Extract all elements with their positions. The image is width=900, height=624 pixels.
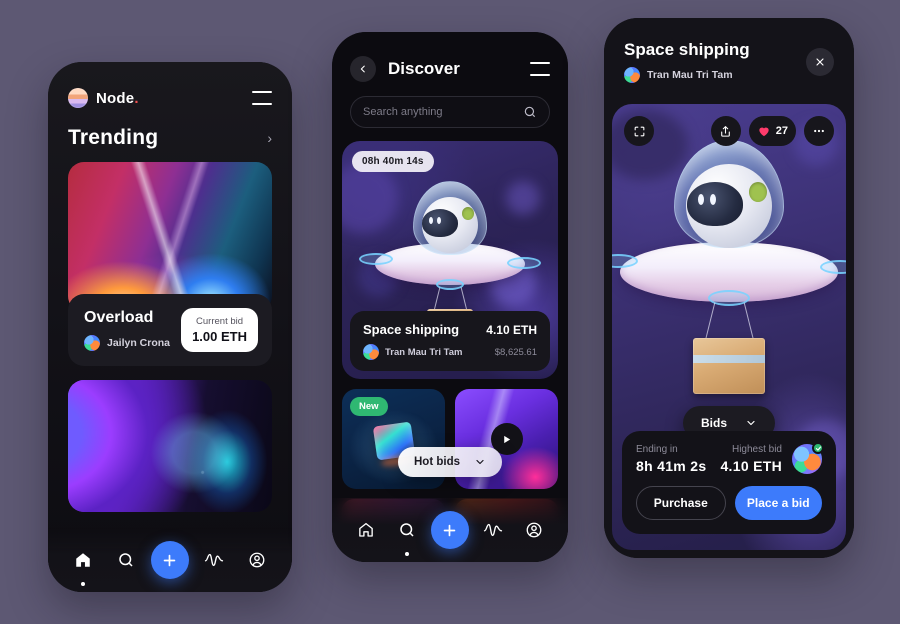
phone1-topbar: Node. [48, 62, 292, 108]
more-icon[interactable] [804, 116, 834, 146]
ending-in-block: Ending in 8h 41m 2s [636, 444, 706, 474]
heart-icon [759, 127, 769, 137]
hot-bids-filter[interactable]: Hot bids [398, 447, 502, 477]
detail-header: Space shipping Tran Mau Tri Tam [604, 18, 854, 83]
highest-bid-value: 4.10 ETH [720, 458, 782, 474]
card-title: Overload [84, 309, 154, 326]
nav-active-dot [405, 552, 410, 556]
brand-name: Node. [96, 90, 139, 107]
highest-bid-block: Highest bid 4.10 ETH [720, 442, 824, 474]
like-count: 27 [775, 125, 788, 137]
check-icon [812, 442, 824, 454]
phone-3-detail: Space shipping Tran Mau Tri Tam 27 Bids … [604, 18, 854, 558]
featured-price: 4.10 ETH [486, 322, 537, 337]
page-title: Discover [388, 59, 460, 78]
featured-card-row-2: Tran Mau Tri Tam $8,625.61 [363, 344, 537, 360]
status-badge: New [350, 397, 388, 416]
bids-label: Bids [700, 416, 728, 430]
phone-2-discover: Discover 08h 40m 14s [332, 32, 568, 562]
search-icon[interactable] [523, 105, 537, 119]
trending-card-image-overload[interactable] [68, 162, 272, 312]
avatar [363, 344, 379, 360]
bid-panel: Ending in 8h 41m 2s Highest bid 4.10 ETH [622, 431, 836, 534]
screenshot-stage: Node. Trending › Overload Jailyn Crona C… [0, 0, 900, 624]
discover-header-left: Discover [350, 56, 460, 82]
featured-title: Space shipping [363, 322, 460, 337]
trending-card-info[interactable]: Overload Jailyn Crona Current bid 1.00 E… [68, 294, 272, 366]
featured-usd-price: $8,625.61 [494, 346, 537, 358]
detail-author-name: Tran Mau Tri Tam [647, 69, 733, 81]
nav-home[interactable] [349, 513, 383, 547]
phone-1-trending: Node. Trending › Overload Jailyn Crona C… [48, 62, 292, 592]
featured-author: Tran Mau Tri Tam [363, 344, 462, 360]
ufo-illustration [612, 138, 846, 394]
card-author: Jailyn Crona [84, 335, 170, 351]
discover-tile-grid: New Hot bids [342, 389, 558, 489]
featured-author-name: Tran Mau Tri Tam [385, 346, 463, 358]
trending-section-header: Trending › [48, 108, 292, 162]
brand-logo[interactable]: Node. [68, 88, 139, 108]
hamburger-icon[interactable] [530, 62, 550, 76]
detail-header-text: Space shipping Tran Mau Tri Tam [624, 40, 750, 83]
avatar [624, 67, 640, 83]
ending-in-value: 8h 41m 2s [636, 458, 707, 474]
page-title: Trending [68, 126, 159, 149]
chevron-down-icon[interactable] [474, 456, 486, 468]
featured-nft-card[interactable]: 08h 40m 14s Space shipping 4.10 ETH Tran… [342, 141, 558, 379]
bid-panel-stats: Ending in 8h 41m 2s Highest bid 4.10 ETH [636, 442, 824, 474]
search-input[interactable] [363, 106, 517, 118]
nav-search[interactable] [109, 543, 143, 577]
back-button[interactable] [350, 56, 376, 82]
fullscreen-icon[interactable] [624, 116, 654, 146]
highest-bid-text: Highest bid 4.10 ETH [720, 444, 782, 474]
nav-profile[interactable] [517, 513, 551, 547]
brand-name-text: Node [96, 89, 135, 107]
current-bid-value: 1.00 ETH [192, 329, 247, 344]
chevron-down-icon[interactable] [745, 417, 757, 429]
avatar[interactable] [792, 442, 824, 474]
card-meta: Overload Jailyn Crona [84, 309, 170, 351]
featured-card-row-1: Space shipping 4.10 ETH [363, 322, 537, 337]
phone1-bottom-nav [48, 528, 292, 592]
bid-panel-actions: Purchase Place a bid [636, 486, 822, 520]
featured-card-info[interactable]: Space shipping 4.10 ETH Tran Mau Tri Tam… [350, 311, 550, 371]
nav-activity[interactable] [197, 543, 231, 577]
nav-activity[interactable] [476, 513, 510, 547]
card-author-name: Jailyn Crona [107, 337, 171, 349]
detail-hero-image[interactable]: 27 Bids Ending in 8h 41m 2s Highest bid … [612, 104, 846, 550]
avatar [84, 335, 100, 351]
chevron-right-icon[interactable]: › [267, 130, 272, 146]
brand-dot: . [134, 89, 139, 107]
hot-bids-label: Hot bids [414, 456, 460, 468]
share-icon[interactable] [710, 116, 741, 146]
purchase-button[interactable]: Purchase [636, 486, 726, 520]
nav-active-dot [81, 582, 86, 586]
detail-author: Tran Mau Tri Tam [624, 67, 750, 83]
current-bid-chip[interactable]: Current bid 1.00 ETH [181, 308, 258, 352]
nav-add-button[interactable] [430, 511, 469, 549]
ending-in-label: Ending in [636, 444, 678, 455]
auction-timer-badge: 08h 40m 14s [352, 151, 434, 172]
close-icon[interactable] [806, 47, 834, 76]
nav-home[interactable] [66, 543, 100, 586]
phone2-bottom-nav [332, 498, 568, 562]
search-bar[interactable] [350, 96, 550, 128]
place-a-bid-button[interactable]: Place a bid [734, 486, 822, 520]
trending-card-image-cosmic[interactable] [68, 380, 272, 512]
page-title: Space shipping [624, 40, 750, 59]
discover-header: Discover [332, 32, 568, 82]
node-logo-icon [68, 88, 88, 108]
nav-profile[interactable] [240, 543, 274, 577]
nav-add-button[interactable] [150, 541, 189, 579]
current-bid-label: Current bid [196, 316, 244, 327]
hamburger-icon[interactable] [252, 91, 272, 105]
highest-bid-label: Highest bid [731, 444, 782, 455]
like-button[interactable]: 27 [748, 116, 796, 146]
hero-action-bar: 27 [624, 116, 834, 146]
hero-actions-right: 27 [710, 116, 834, 146]
nav-search[interactable] [390, 513, 424, 556]
